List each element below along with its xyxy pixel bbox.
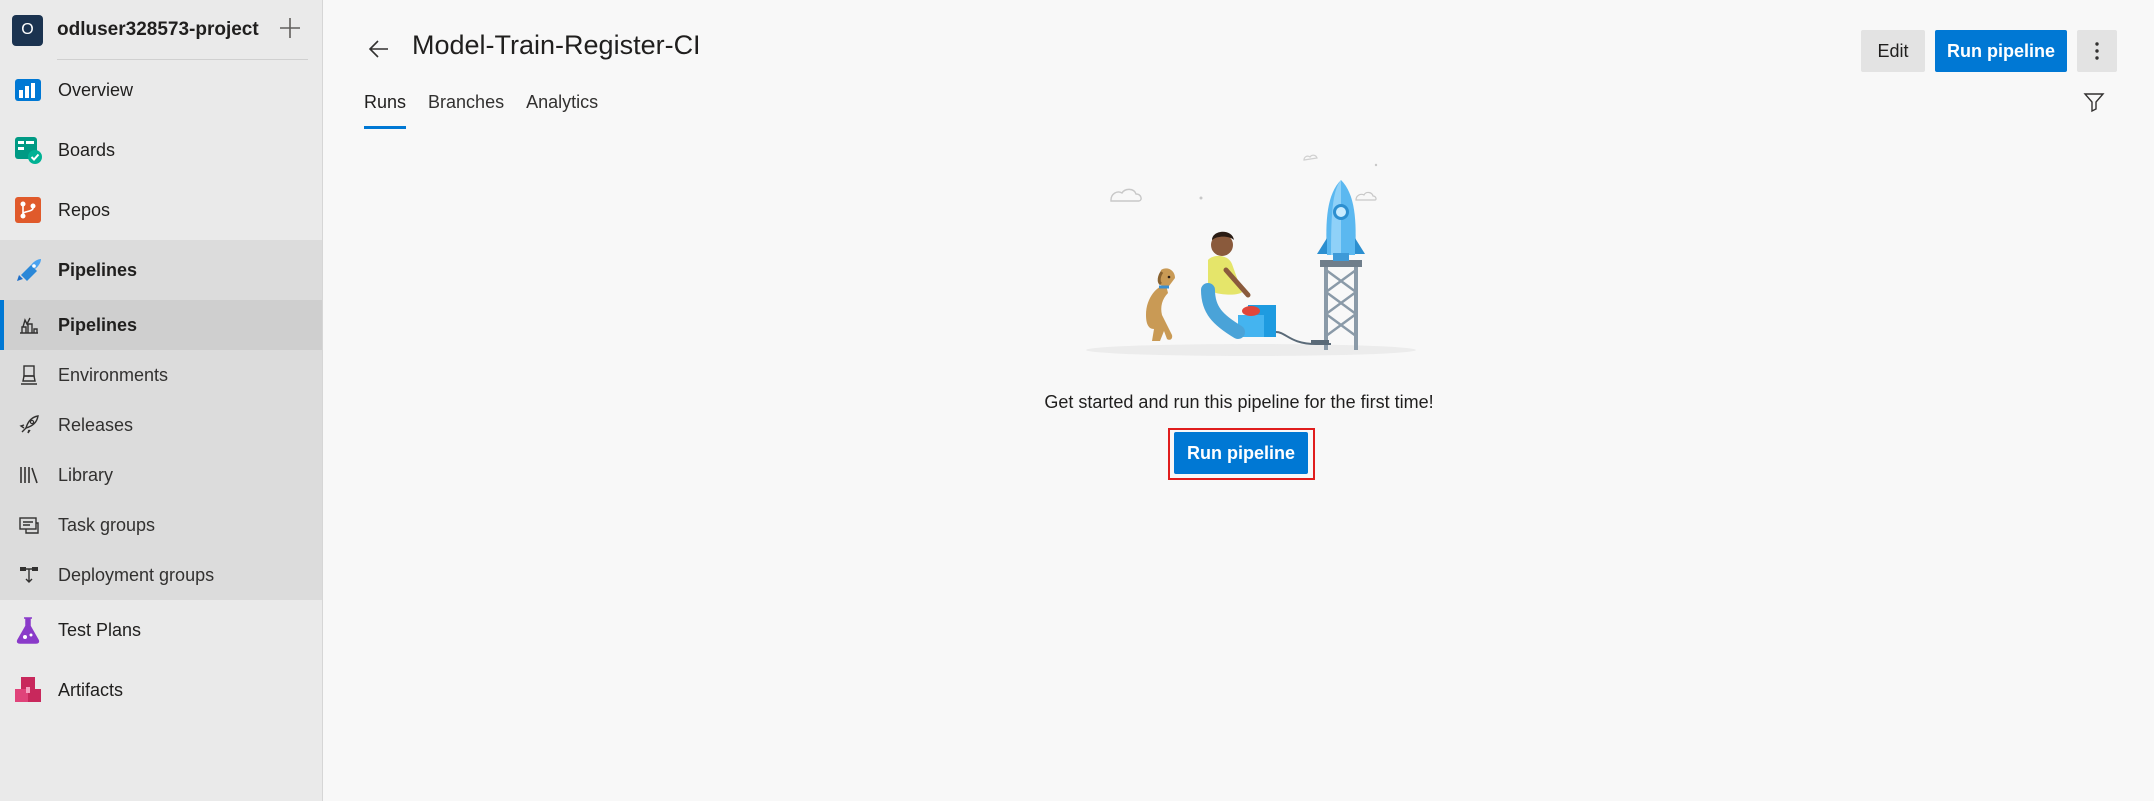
sidebar-item-label: Library bbox=[58, 464, 114, 485]
sidebar-item-label: Task groups bbox=[58, 514, 156, 535]
sidebar-item-label: Environments bbox=[58, 364, 169, 385]
tab-bar: Runs Branches Analytics bbox=[364, 90, 620, 129]
sidebar-item-task-groups[interactable]: Task groups bbox=[0, 500, 322, 550]
nav-label: Pipelines bbox=[58, 259, 138, 280]
environments-icon bbox=[16, 362, 42, 388]
back-arrow-icon[interactable] bbox=[364, 34, 394, 64]
nav-label: Test Plans bbox=[58, 619, 142, 640]
pipelines-group: Pipelines Pipelines Environments Release… bbox=[0, 240, 322, 600]
repos-icon bbox=[12, 194, 44, 226]
tab-runs[interactable]: Runs bbox=[364, 90, 407, 129]
library-icon bbox=[16, 462, 42, 488]
sidebar-item-label: Deployment groups bbox=[58, 564, 215, 585]
run-pipeline-button[interactable]: Run pipeline bbox=[1935, 30, 2067, 72]
sidebar-item-environments[interactable]: Environments bbox=[0, 350, 322, 400]
run-pipeline-center-button[interactable]: Run pipeline bbox=[1174, 432, 1308, 474]
sidebar-item-releases[interactable]: Releases bbox=[0, 400, 322, 450]
boards-icon bbox=[12, 134, 44, 166]
pipelines-icon bbox=[12, 254, 44, 286]
nav-label: Repos bbox=[58, 199, 111, 220]
nav-label: Artifacts bbox=[58, 679, 124, 700]
sidebar-item-label: Releases bbox=[58, 414, 134, 435]
nav-item-overview[interactable]: Overview bbox=[0, 60, 322, 120]
page-title: Model-Train-Register-CI bbox=[412, 30, 701, 60]
nav-item-repos[interactable]: Repos bbox=[0, 180, 322, 240]
nav-item-test-plans[interactable]: Test Plans bbox=[0, 600, 322, 660]
nav-label: Overview bbox=[58, 79, 134, 100]
task-groups-icon bbox=[16, 512, 42, 538]
sidebar-item-library[interactable]: Library bbox=[0, 450, 322, 500]
edit-button[interactable]: Edit bbox=[1861, 30, 1925, 72]
empty-state-illustration bbox=[1076, 140, 1426, 365]
tab-analytics[interactable]: Analytics bbox=[526, 90, 598, 129]
test-plans-icon bbox=[12, 614, 44, 646]
sidebar-item-pipelines[interactable]: Pipelines bbox=[0, 300, 322, 350]
left-navigation: O odluser328573-project Overview Boards … bbox=[0, 0, 323, 801]
nav-item-boards[interactable]: Boards bbox=[0, 120, 322, 180]
more-options-icon[interactable] bbox=[2077, 30, 2117, 72]
project-name[interactable]: odluser328573-project bbox=[57, 19, 259, 41]
rocket-icon bbox=[16, 412, 42, 438]
sidebar-item-label: Pipelines bbox=[58, 314, 138, 335]
main-content: Model-Train-Register-CI Edit Run pipelin… bbox=[324, 0, 2154, 801]
deployment-groups-icon bbox=[16, 562, 42, 588]
nav-item-pipelines[interactable]: Pipelines bbox=[0, 240, 322, 300]
sidebar-item-deployment-groups[interactable]: Deployment groups bbox=[0, 550, 322, 600]
project-avatar[interactable]: O bbox=[12, 14, 43, 46]
tab-branches[interactable]: Branches bbox=[428, 90, 504, 129]
add-icon[interactable] bbox=[276, 14, 304, 42]
nav-item-artifacts[interactable]: Artifacts bbox=[0, 660, 322, 720]
empty-state-message: Get started and run this pipeline for th… bbox=[1044, 392, 1434, 412]
nav-label: Boards bbox=[58, 139, 116, 160]
project-header: O odluser328573-project bbox=[0, 0, 322, 60]
pipelines-sub-icon bbox=[16, 312, 42, 338]
filter-icon[interactable] bbox=[2080, 88, 2108, 116]
overview-icon bbox=[12, 74, 44, 106]
artifacts-icon bbox=[12, 674, 44, 706]
